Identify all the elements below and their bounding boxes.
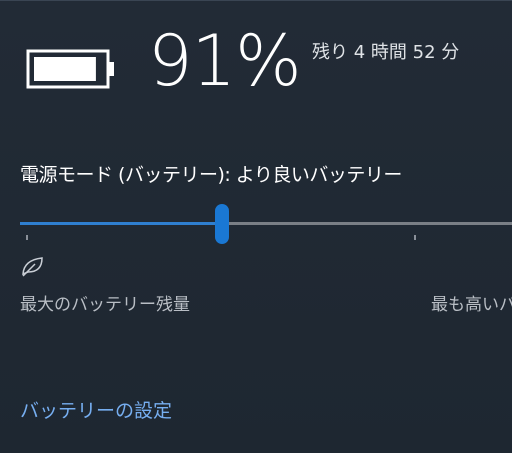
leaf-icon (22, 257, 43, 277)
slider-tick (26, 235, 28, 240)
battery-flyout: 91% 残り 4 時間 52 分 電源モード (バッテリー): より良いバッテリ… (0, 0, 512, 453)
flyout-top-border (0, 0, 512, 1)
power-mode-slider[interactable] (20, 204, 512, 244)
slider-track-empty[interactable] (222, 222, 512, 225)
battery-settings-link[interactable]: バッテリーの設定 (20, 396, 172, 423)
slider-tick (414, 235, 416, 240)
battery-percentage: 91% (148, 20, 302, 102)
battery-icon (26, 49, 114, 89)
slider-min-label: 最大のバッテリー残量 (20, 295, 190, 315)
slider-max-label: 最も高いパ (431, 295, 512, 315)
time-remaining-text: 残り 4 時間 52 分 (312, 42, 460, 63)
power-mode-label: 電源モード (バッテリー): より良いバッテリー (20, 164, 402, 186)
slider-thumb[interactable] (215, 204, 229, 244)
slider-track-filled[interactable] (20, 222, 222, 225)
